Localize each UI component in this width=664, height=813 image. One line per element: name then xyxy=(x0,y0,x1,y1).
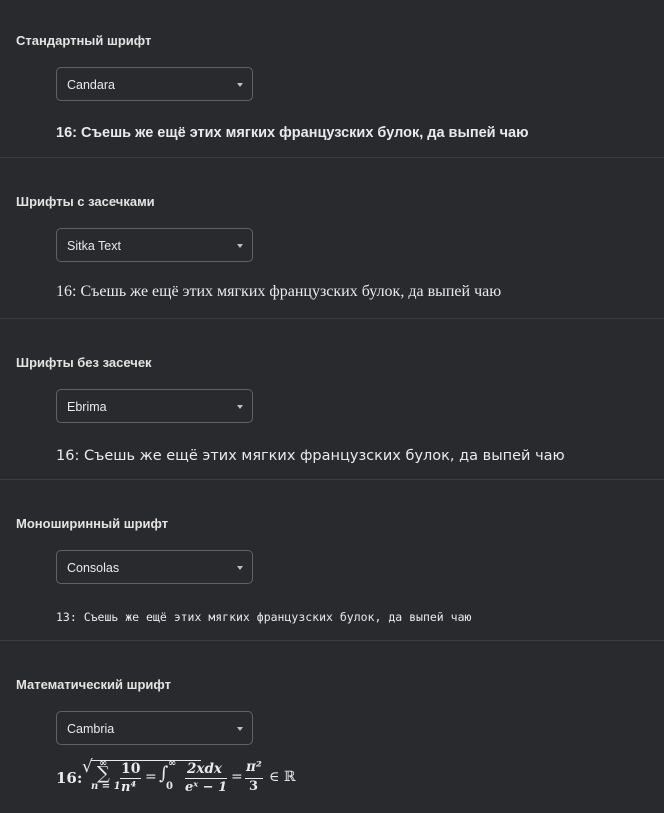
section-title: Шрифты без засечек xyxy=(16,355,152,370)
section-title: Моноширинный шрифт xyxy=(16,516,169,531)
monospace-font-select[interactable]: Consolas xyxy=(56,550,253,584)
select-value: Candara xyxy=(67,78,115,92)
section-title: Стандартный шрифт xyxy=(16,33,152,48)
fraction-denominator: n⁴ xyxy=(121,780,137,795)
divider xyxy=(0,479,664,480)
fraction-numerator: 2xdx xyxy=(187,761,222,777)
fraction-bar xyxy=(185,778,227,779)
chevron-down-icon xyxy=(237,244,243,248)
font-settings-page: Стандартный шрифт Candara 16: Съешь же е… xyxy=(0,0,664,813)
font-sample-text: 16: Съешь же ещё этих мягких французских… xyxy=(56,283,502,300)
math-formula-sample: 16: √ ∞ ∑ n = 1 10 n⁴ = ∫ ∞ 0 2xdx eˣ − … xyxy=(56,757,356,797)
fraction-numerator: π² xyxy=(246,759,262,775)
font-sample-text: 16: Съешь же ещё этих мягких французских… xyxy=(56,448,565,464)
chevron-down-icon xyxy=(237,727,243,731)
integral-lower-limit: 0 xyxy=(166,781,173,792)
fraction-bar xyxy=(120,778,141,779)
section-title: Шрифты с засечками xyxy=(16,194,155,209)
sum-lower-limit: n = 1 xyxy=(91,781,121,792)
select-value: Consolas xyxy=(67,561,120,575)
chevron-down-icon xyxy=(237,83,243,87)
select-value: Cambria xyxy=(67,722,115,736)
font-sample-text: 16: Съешь же ещё этих мягких французских… xyxy=(56,125,529,141)
serif-font-select[interactable]: Sitka Text xyxy=(56,228,253,262)
equals-sign: = xyxy=(231,769,243,785)
equals-sign: = xyxy=(145,769,157,785)
divider xyxy=(0,318,664,319)
element-of-reals: ∈ ℝ xyxy=(269,769,296,785)
select-value: Sitka Text xyxy=(67,239,121,253)
fraction-denominator: eˣ − 1 xyxy=(185,780,228,795)
sans-serif-font-select[interactable]: Ebrima xyxy=(56,389,253,423)
chevron-down-icon xyxy=(237,405,243,409)
fraction-denominator: 3 xyxy=(249,779,259,794)
section-title: Математический шрифт xyxy=(16,677,171,692)
chevron-down-icon xyxy=(237,566,243,570)
sqrt-overline xyxy=(91,760,201,761)
math-prefix: 16: xyxy=(56,769,83,787)
divider xyxy=(0,640,664,641)
math-font-select[interactable]: Cambria xyxy=(56,711,253,745)
select-value: Ebrima xyxy=(67,400,107,414)
integral-upper-limit: ∞ xyxy=(168,758,177,769)
fraction-numerator: 10 xyxy=(121,761,141,777)
section-standard-font: Стандартный шрифт Candara 16: Съешь же е… xyxy=(0,0,664,161)
standard-font-select[interactable]: Candara xyxy=(56,67,253,101)
divider xyxy=(0,157,664,158)
font-sample-text: 13: Съешь же ещё этих мягких французских… xyxy=(56,610,472,624)
